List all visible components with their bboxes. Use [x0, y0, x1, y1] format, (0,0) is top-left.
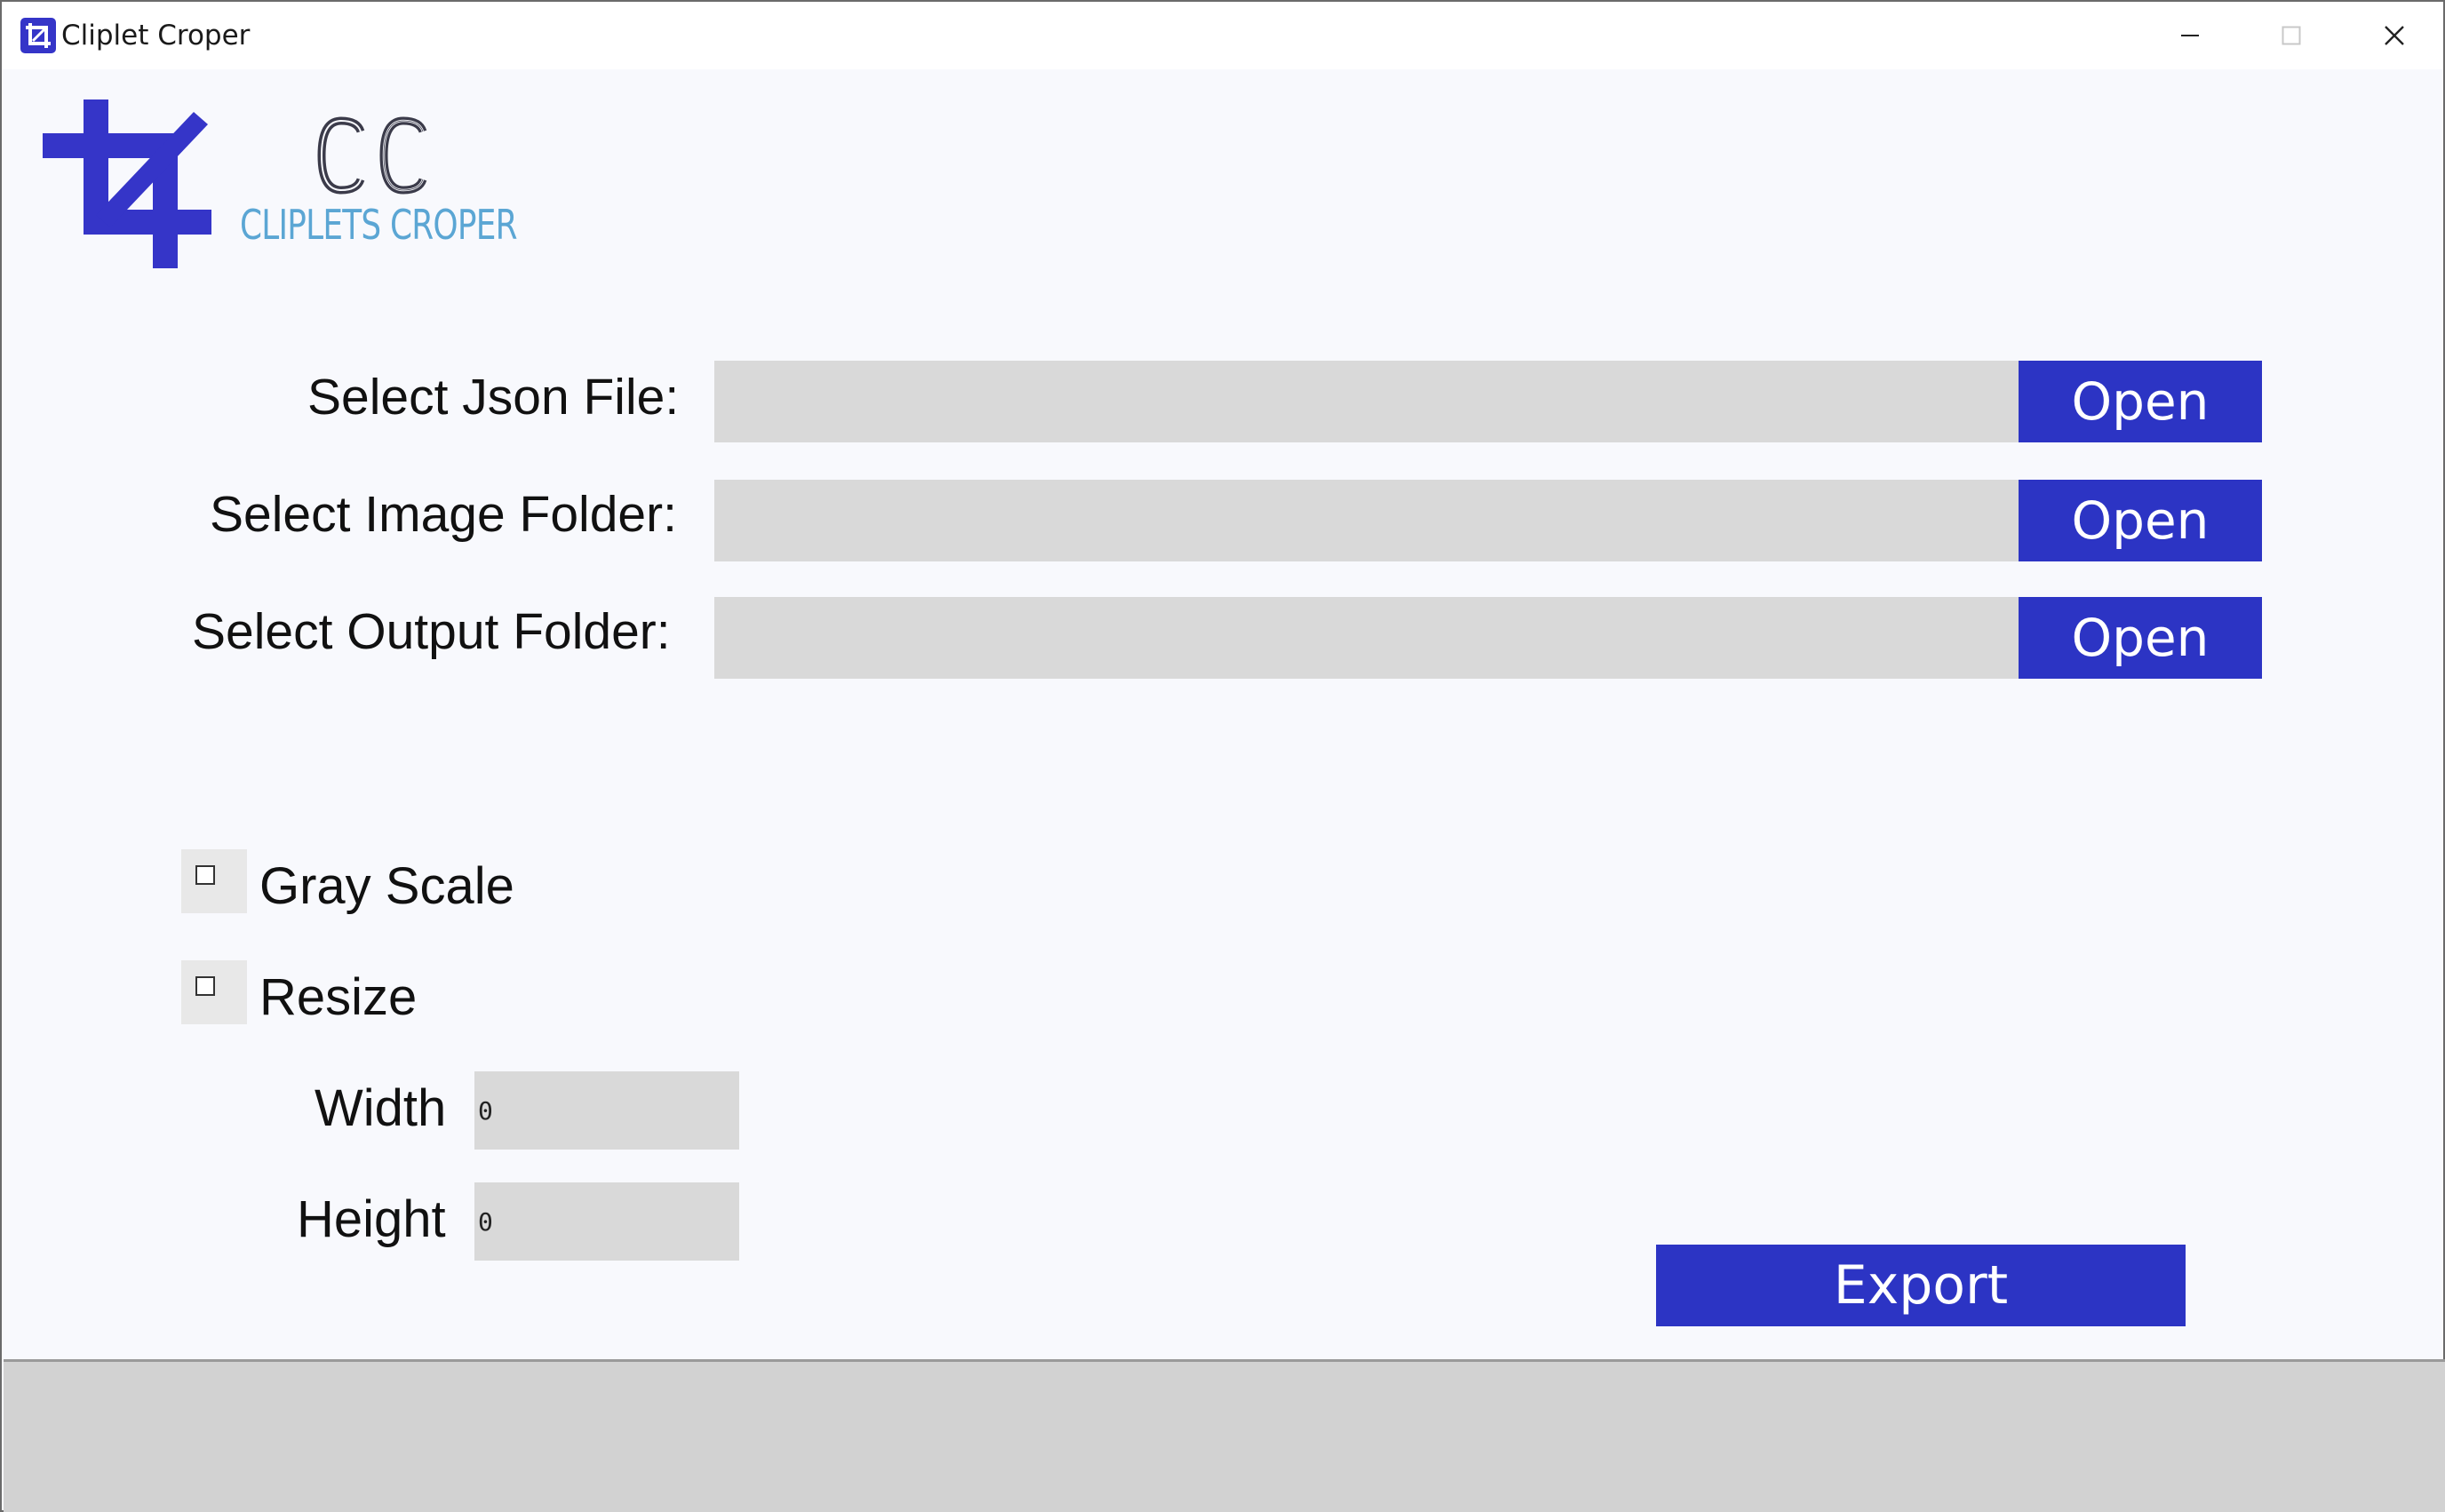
- logo-text: CLIPLETS CROPER: [240, 201, 518, 249]
- width-label: Width: [315, 1079, 447, 1137]
- gray-scale-label: Gray Scale: [259, 857, 514, 915]
- output-folder-field[interactable]: [714, 597, 2020, 679]
- output-folder-label: Select Output Folder:: [192, 603, 671, 660]
- title-bar[interactable]: Cliplet Croper: [2, 2, 2443, 69]
- window-title: Cliplet Croper: [61, 20, 251, 52]
- width-field[interactable]: [474, 1071, 739, 1150]
- checkbox-square: [195, 865, 215, 885]
- maximize-icon: [2282, 26, 2301, 45]
- height-field[interactable]: [474, 1182, 739, 1261]
- checkbox-square: [195, 976, 215, 996]
- app-window: Cliplet Croper CLIPLETS CROPER Select Js…: [0, 0, 2445, 1512]
- export-button[interactable]: Export: [1656, 1245, 2186, 1326]
- resize-label: Resize: [259, 968, 418, 1026]
- resize-checkbox[interactable]: [181, 960, 247, 1024]
- main-content: [2, 69, 2443, 1359]
- open-output-folder-button[interactable]: Open: [2019, 597, 2262, 679]
- crop-icon: [43, 99, 211, 268]
- image-folder-field[interactable]: [714, 480, 2020, 561]
- gray-scale-checkbox[interactable]: [181, 849, 247, 913]
- crop-icon: [20, 18, 56, 53]
- status-bar: [4, 1359, 2445, 1512]
- minimize-icon: [2181, 35, 2199, 36]
- open-json-file-button[interactable]: Open: [2019, 361, 2262, 442]
- json-file-field[interactable]: [714, 361, 2020, 442]
- json-file-label: Select Json File:: [307, 369, 680, 426]
- close-icon: [2385, 26, 2404, 45]
- close-button[interactable]: [2345, 2, 2443, 69]
- open-image-folder-button[interactable]: Open: [2019, 480, 2262, 561]
- height-label: Height: [297, 1190, 446, 1248]
- logo-monogram: [317, 116, 427, 195]
- image-folder-label: Select Image Folder:: [210, 486, 677, 543]
- maximize-button[interactable]: [2242, 2, 2340, 69]
- minimize-button[interactable]: [2141, 2, 2239, 69]
